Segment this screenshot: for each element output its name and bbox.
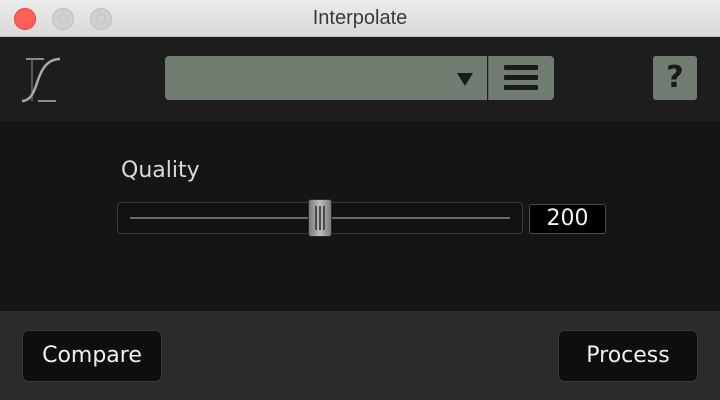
- grip-line: [315, 206, 317, 230]
- quality-slider-handle[interactable]: [308, 199, 332, 237]
- help-button[interactable]: ?: [653, 56, 697, 100]
- hamburger-menu-icon: [504, 75, 538, 80]
- quality-value-field[interactable]: 200: [529, 204, 606, 234]
- process-button[interactable]: Process: [558, 330, 698, 382]
- interpolate-window: Interpolate ? Quality 200 Compare Proces…: [0, 0, 720, 400]
- hamburger-menu-icon: [504, 65, 538, 70]
- settings-panel: Quality 200: [0, 121, 720, 311]
- title-bar: Interpolate: [0, 0, 720, 37]
- grip-line: [323, 206, 325, 230]
- toolbar: ?: [0, 37, 720, 121]
- preset-menu-button[interactable]: [488, 56, 554, 100]
- hamburger-menu-icon: [504, 85, 538, 90]
- preset-dropdown[interactable]: [165, 56, 487, 100]
- grip-line: [319, 206, 321, 230]
- dropdown-arrow-icon: [457, 73, 473, 86]
- footer: Compare Process: [0, 311, 720, 400]
- quality-label: Quality: [121, 158, 200, 183]
- window-title: Interpolate: [312, 7, 408, 29]
- s-curve-icon[interactable]: [18, 53, 64, 107]
- compare-button[interactable]: Compare: [22, 330, 162, 382]
